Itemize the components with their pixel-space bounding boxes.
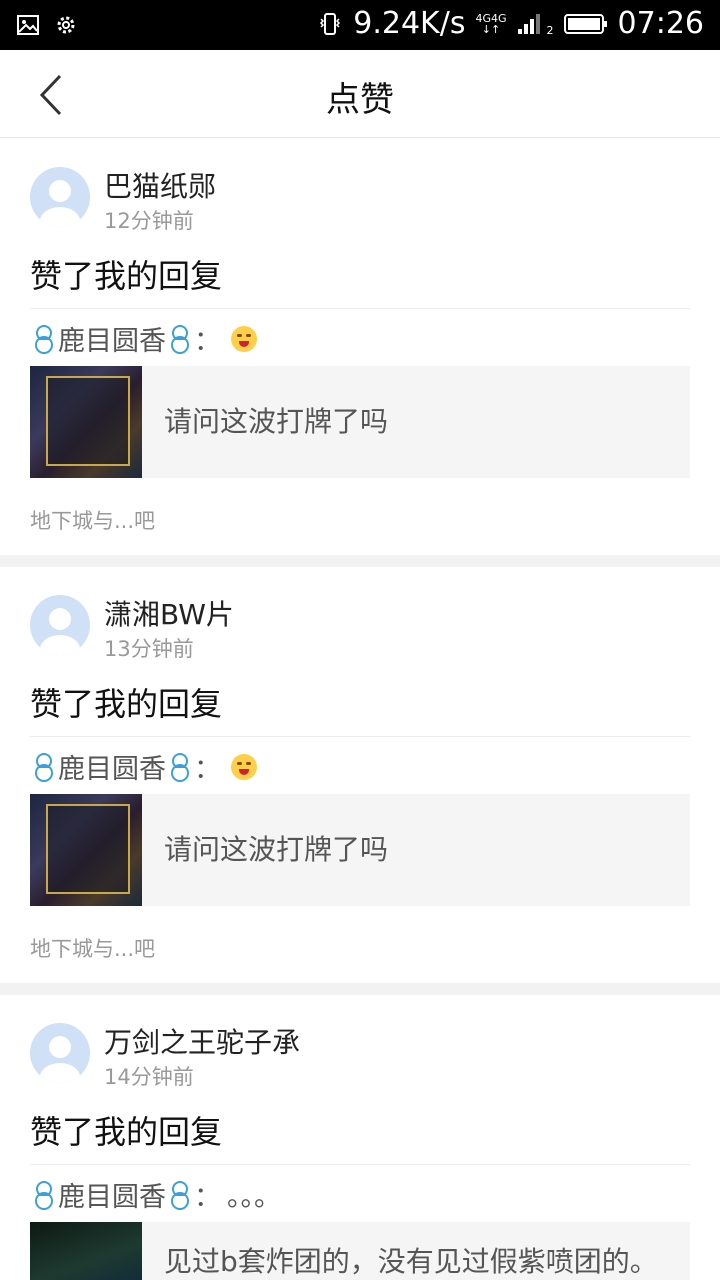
quote-separator: ： bbox=[194, 754, 221, 785]
avatar[interactable] bbox=[30, 595, 90, 655]
snowman-icon bbox=[35, 324, 53, 354]
action-text: 赞了我的回复 bbox=[30, 257, 223, 295]
status-bar: 9.24K/s 4G4G ↓↑ 2 07:26 bbox=[0, 0, 720, 50]
image-icon bbox=[17, 15, 39, 35]
emoji-icon bbox=[231, 753, 257, 780]
post-text: 见过b套炸团的，没有见过假紫喷团的。 bbox=[164, 1245, 658, 1278]
quoted-reply[interactable]: 鹿目圆香 ： bbox=[30, 319, 257, 358]
post-thumbnail bbox=[30, 794, 142, 906]
username[interactable]: 潇湘BW片 bbox=[104, 593, 234, 633]
snowman-icon bbox=[171, 1180, 189, 1210]
snowman-icon bbox=[35, 1180, 53, 1210]
snowman-icon bbox=[35, 752, 53, 782]
forum-name[interactable]: 地下城与...吧 bbox=[30, 933, 155, 963]
avatar[interactable] bbox=[30, 167, 90, 227]
divider bbox=[30, 736, 690, 737]
snowman-icon bbox=[171, 752, 189, 782]
emoji-icon bbox=[231, 325, 257, 352]
forum-name[interactable]: 地下城与...吧 bbox=[30, 505, 155, 535]
like-notification-card[interactable]: 万剑之王驼子承 14分钟前 赞了我的回复 鹿目圆香 ： 。。。 见过b套炸团的，… bbox=[0, 995, 720, 1280]
quote-author: 鹿目圆香 bbox=[58, 1182, 166, 1213]
gear-icon bbox=[57, 16, 75, 34]
post-thumbnail bbox=[30, 1222, 142, 1280]
net-speed: 9.24K/s bbox=[353, 6, 466, 41]
quote-separator: ： bbox=[194, 326, 221, 357]
username[interactable]: 巴猫纸郧 bbox=[104, 165, 216, 205]
like-notification-card[interactable]: 潇湘BW片 13分钟前 赞了我的回复 鹿目圆香 ： 请问这波打牌了吗 地下城与.… bbox=[0, 567, 720, 983]
quote-separator: ： bbox=[194, 1182, 221, 1213]
original-post[interactable]: 见过b套炸团的，没有见过假紫喷团的。 bbox=[30, 1222, 690, 1280]
action-text: 赞了我的回复 bbox=[30, 1113, 223, 1151]
original-post[interactable]: 请问这波打牌了吗 bbox=[30, 794, 690, 906]
sim-index: 2 bbox=[546, 24, 554, 37]
section-gap bbox=[0, 983, 720, 995]
divider bbox=[30, 1164, 690, 1165]
quote-author: 鹿目圆香 bbox=[58, 326, 166, 357]
original-post[interactable]: 请问这波打牌了吗 bbox=[30, 366, 690, 478]
clock: 07:26 bbox=[617, 6, 704, 41]
avatar[interactable] bbox=[30, 1023, 90, 1083]
quoted-reply[interactable]: 鹿目圆香 ： bbox=[30, 747, 257, 786]
post-text: 请问这波打牌了吗 bbox=[164, 833, 389, 866]
divider bbox=[30, 308, 690, 309]
timestamp: 12分钟前 bbox=[104, 209, 194, 233]
timestamp: 13分钟前 bbox=[104, 637, 194, 661]
default-avatar-icon bbox=[40, 180, 80, 227]
page-title: 点赞 bbox=[326, 80, 394, 120]
quoted-reply[interactable]: 鹿目圆香 ： 。。。 bbox=[30, 1175, 281, 1214]
username[interactable]: 万剑之王驼子承 bbox=[104, 1021, 300, 1061]
default-avatar-icon bbox=[40, 608, 80, 655]
post-text: 请问这波打牌了吗 bbox=[164, 405, 389, 438]
section-gap bbox=[0, 555, 720, 567]
quote-author: 鹿目圆香 bbox=[58, 754, 166, 785]
battery-icon bbox=[563, 13, 607, 34]
like-notification-card[interactable]: 巴猫纸郧 12分钟前 赞了我的回复 鹿目圆香 ： 请问这波打牌了吗 地下城与..… bbox=[0, 139, 720, 555]
action-text: 赞了我的回复 bbox=[30, 685, 223, 723]
nav-bar: 点赞 bbox=[0, 50, 720, 138]
snowman-icon bbox=[171, 324, 189, 354]
signal-icon bbox=[517, 13, 540, 34]
default-avatar-icon bbox=[40, 1036, 80, 1083]
quote-text: 。。。 bbox=[227, 1182, 281, 1213]
post-thumbnail bbox=[30, 366, 142, 478]
timestamp: 14分钟前 bbox=[104, 1065, 194, 1089]
vibrate-icon bbox=[320, 12, 341, 35]
